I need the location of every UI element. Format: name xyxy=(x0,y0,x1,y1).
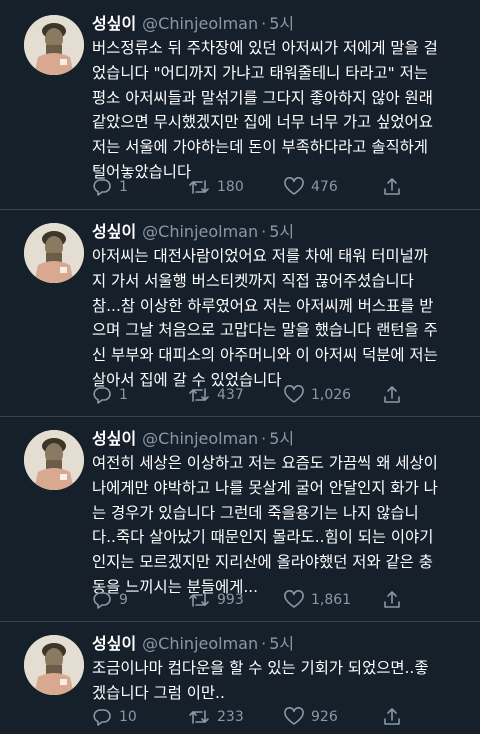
retweet-icon xyxy=(189,180,209,194)
retweet-button[interactable]: 437 xyxy=(188,385,244,405)
tweet[interactable]: 성싶이 @Chinjeolman · 5시 조금이나마 컴다운을 할 수 있는 기회가… xyxy=(0,633,480,730)
reply-count: 1 xyxy=(119,387,128,403)
reply-count: 1 xyxy=(119,179,128,195)
user-handle[interactable]: @Chinjeolman xyxy=(142,429,258,448)
avatar[interactable] xyxy=(24,15,84,75)
share-button[interactable] xyxy=(382,177,409,197)
tweet-divider xyxy=(0,209,480,210)
like-count: 1,026 xyxy=(311,387,352,403)
retweet-button[interactable]: 180 xyxy=(188,177,244,197)
user-handle[interactable]: @Chinjeolman xyxy=(142,222,258,241)
share-icon xyxy=(384,591,400,608)
timestamp[interactable]: 5시 xyxy=(269,222,294,241)
share-button[interactable] xyxy=(382,590,409,610)
reply-button[interactable]: 1 xyxy=(92,385,128,405)
heart-icon xyxy=(284,590,304,608)
tweet-text: 버스정류소 뒤 주차장에 있던 아저씨가 저에게 말을 걸 었습니다 "어디까지… xyxy=(92,39,438,181)
user-handle[interactable]: @Chinjeolman xyxy=(142,14,258,33)
like-count: 476 xyxy=(311,179,338,195)
retweet-button[interactable]: 233 xyxy=(188,707,244,727)
retweet-count: 437 xyxy=(217,387,244,403)
like-button[interactable]: 1,861 xyxy=(284,590,351,610)
avatar[interactable] xyxy=(24,635,84,695)
retweet-count: 180 xyxy=(217,179,244,195)
statue-avatar-image xyxy=(24,15,84,75)
action-bar: 1 437 1,026 xyxy=(92,385,462,407)
tweet-thread: 성싶이 @Chinjeolman · 5시 버스정류소 뒤 주차장에 있던 아저씨가 … xyxy=(0,0,480,734)
reply-icon xyxy=(93,592,111,609)
display-name[interactable]: 성싶이 xyxy=(92,634,136,653)
share-icon xyxy=(384,178,400,195)
tweet[interactable]: 성싶이 @Chinjeolman · 5시 버스정류소 뒤 주차장에 있던 아저씨가 … xyxy=(0,13,480,200)
timestamp[interactable]: 5시 xyxy=(269,634,294,653)
retweet-icon xyxy=(189,593,209,607)
separator-dot: · xyxy=(261,429,267,448)
tweet-text: 조금이나마 컴다운을 할 수 있는 기회가 되었으면..좋 겠습니다 그럼 이만… xyxy=(92,659,429,702)
tweet-header: 성싶이 @Chinjeolman · 5시 xyxy=(92,13,294,35)
like-button[interactable]: 476 xyxy=(284,177,338,197)
timestamp[interactable]: 5시 xyxy=(269,14,294,33)
tweet-header: 성싶이 @Chinjeolman · 5시 xyxy=(92,633,294,655)
retweet-count: 233 xyxy=(217,709,244,725)
action-bar: 10 233 926 xyxy=(92,707,462,729)
heart-icon xyxy=(284,707,304,725)
tweet-header: 성싶이 @Chinjeolman · 5시 xyxy=(92,428,294,450)
display-name[interactable]: 성싶이 xyxy=(92,222,136,241)
share-icon xyxy=(384,708,400,725)
separator-dot: · xyxy=(261,222,267,241)
action-bar: 1 180 476 xyxy=(92,177,462,199)
tweet[interactable]: 성싶이 @Chinjeolman · 5시 여전히 세상은 이상하고 저는 요즘도 가… xyxy=(0,428,480,615)
like-count: 926 xyxy=(311,709,338,725)
display-name[interactable]: 성싶이 xyxy=(92,14,136,33)
tweet-header: 성싶이 @Chinjeolman · 5시 xyxy=(92,221,294,243)
timestamp[interactable]: 5시 xyxy=(269,429,294,448)
reply-icon xyxy=(93,179,111,196)
tweet-divider xyxy=(0,621,480,622)
separator-dot: · xyxy=(261,14,267,33)
tweet-text: 아저씨는 대전사람이었어요 저를 차에 태워 터미널까 지 가서 서울행 버스티… xyxy=(92,247,438,389)
share-button[interactable] xyxy=(382,385,409,405)
share-icon xyxy=(384,386,400,403)
heart-icon xyxy=(284,177,304,195)
tweet-text: 여전히 세상은 이상하고 저는 요즘도 가끔씩 왜 세상이 나에게만 야박하고 … xyxy=(92,454,438,596)
statue-avatar-image xyxy=(24,223,84,283)
reply-icon xyxy=(93,387,111,404)
reply-button[interactable]: 9 xyxy=(92,590,128,610)
reply-button[interactable]: 10 xyxy=(92,707,137,727)
tweet[interactable]: 성싶이 @Chinjeolman · 5시 아저씨는 대전사람이었어요 저를 차에 태… xyxy=(0,221,480,408)
statue-avatar-image xyxy=(24,635,84,695)
like-button[interactable]: 926 xyxy=(284,707,338,727)
tweet-divider xyxy=(0,416,480,417)
reply-icon xyxy=(93,709,111,726)
reply-count: 9 xyxy=(119,592,128,608)
action-bar: 9 993 1,861 xyxy=(92,590,462,612)
retweet-button[interactable]: 993 xyxy=(188,590,244,610)
display-name[interactable]: 성싶이 xyxy=(92,429,136,448)
reply-button[interactable]: 1 xyxy=(92,177,128,197)
like-button[interactable]: 1,026 xyxy=(284,385,351,405)
avatar[interactable] xyxy=(24,430,84,490)
statue-avatar-image xyxy=(24,430,84,490)
retweet-icon xyxy=(189,388,209,402)
avatar[interactable] xyxy=(24,223,84,283)
heart-icon xyxy=(284,385,304,403)
like-count: 1,861 xyxy=(311,592,352,608)
separator-dot: · xyxy=(261,634,267,653)
share-button[interactable] xyxy=(382,707,409,727)
user-handle[interactable]: @Chinjeolman xyxy=(142,634,258,653)
retweet-count: 993 xyxy=(217,592,244,608)
reply-count: 10 xyxy=(119,709,137,725)
retweet-icon xyxy=(189,710,209,724)
